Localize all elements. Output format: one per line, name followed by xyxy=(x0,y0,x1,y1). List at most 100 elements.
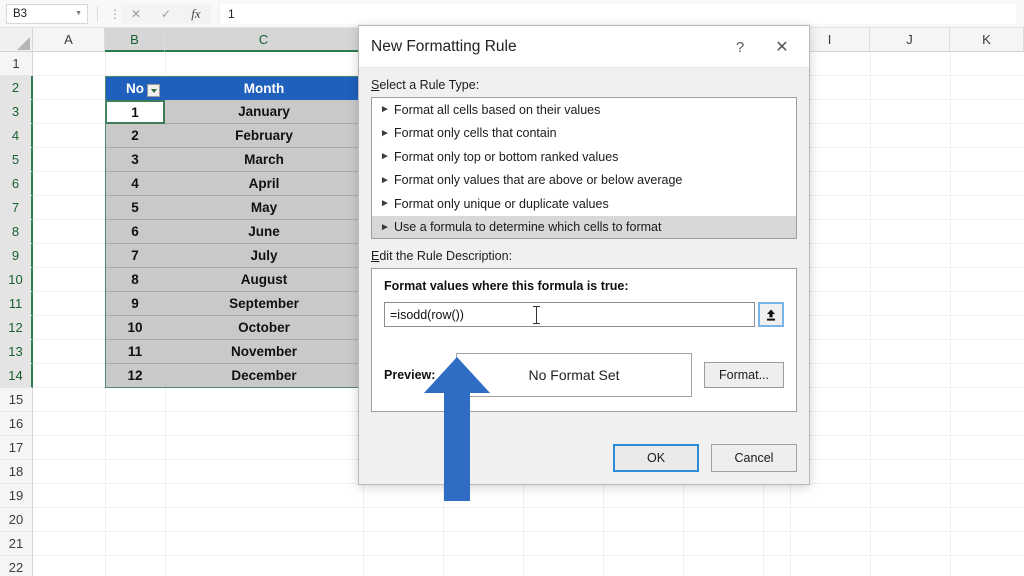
column-header-c[interactable]: C xyxy=(165,28,363,52)
rule-type-item[interactable]: ► Format only values that are above or be… xyxy=(372,169,796,193)
grid-cell[interactable] xyxy=(603,556,604,576)
table-cell-month[interactable]: July xyxy=(165,244,363,268)
grid-cell[interactable] xyxy=(870,340,871,364)
grid-cell[interactable] xyxy=(870,412,871,436)
grid-cell[interactable] xyxy=(870,364,871,388)
rule-type-item[interactable]: ► Use a formula to determine which cells … xyxy=(372,215,796,238)
table-cell-month[interactable]: November xyxy=(165,340,363,364)
grid-cell[interactable] xyxy=(870,220,871,244)
grid-cell[interactable] xyxy=(870,508,871,532)
grid-cell[interactable] xyxy=(683,556,684,576)
grid-cell[interactable] xyxy=(870,388,871,412)
table-cell-no[interactable]: 7 xyxy=(105,244,165,268)
grid-cell[interactable] xyxy=(950,148,951,172)
row-header-7[interactable]: 7 xyxy=(0,196,33,220)
table-cell-no[interactable]: 2 xyxy=(105,124,165,148)
table-cell-month[interactable]: August xyxy=(165,268,363,292)
row-header-17[interactable]: 17 xyxy=(0,436,33,460)
grid-cell[interactable] xyxy=(165,436,166,460)
select-all-corner[interactable] xyxy=(0,28,33,52)
row-header-22[interactable]: 22 xyxy=(0,556,33,576)
table-cell-no[interactable]: 4 xyxy=(105,172,165,196)
table-cell-no[interactable]: 9 xyxy=(105,292,165,316)
grid-cell[interactable] xyxy=(950,52,951,76)
grid-cell[interactable] xyxy=(950,172,951,196)
row-header-18[interactable]: 18 xyxy=(0,460,33,484)
more-options-icon[interactable]: ⋮ xyxy=(109,7,121,21)
row-header-20[interactable]: 20 xyxy=(0,508,33,532)
grid-cell[interactable] xyxy=(870,292,871,316)
rule-type-item[interactable]: ► Format only cells that contain xyxy=(372,122,796,146)
grid-cell[interactable] xyxy=(950,412,951,436)
grid-cell[interactable] xyxy=(950,364,951,388)
cancel-x-icon[interactable]: ✕ xyxy=(121,3,151,24)
rule-type-item[interactable]: ► Format all cells based on their values xyxy=(372,98,796,122)
grid-cell[interactable] xyxy=(523,556,524,576)
grid-cell[interactable] xyxy=(950,244,951,268)
row-header-13[interactable]: 13 xyxy=(0,340,33,364)
column-header-b[interactable]: B xyxy=(105,28,165,52)
grid-cell[interactable] xyxy=(105,460,106,484)
grid-cell[interactable] xyxy=(683,532,684,556)
grid-cell[interactable] xyxy=(870,100,871,124)
grid-cell[interactable] xyxy=(870,244,871,268)
grid-cell[interactable] xyxy=(950,76,951,100)
grid-cell[interactable] xyxy=(523,508,524,532)
row-header-5[interactable]: 5 xyxy=(0,148,33,172)
grid-cell[interactable] xyxy=(870,52,871,76)
table-cell-no[interactable]: 8 xyxy=(105,268,165,292)
grid-cell[interactable] xyxy=(870,124,871,148)
grid-cell[interactable] xyxy=(763,508,764,532)
table-cell-month[interactable]: January xyxy=(165,100,363,124)
check-icon[interactable]: ✓ xyxy=(151,3,181,24)
close-icon[interactable]: ✕ xyxy=(769,34,795,60)
grid-cell[interactable] xyxy=(950,532,951,556)
grid-cell[interactable] xyxy=(105,388,106,412)
grid-cell[interactable] xyxy=(165,532,166,556)
grid-cell[interactable] xyxy=(763,556,764,576)
help-icon[interactable]: ? xyxy=(727,34,753,60)
column-header-j[interactable]: J xyxy=(870,28,950,52)
table-header-month[interactable]: Month xyxy=(165,76,363,100)
table-cell-no[interactable]: 3 xyxy=(105,148,165,172)
grid-cell[interactable] xyxy=(165,508,166,532)
table-cell-month[interactable]: May xyxy=(165,196,363,220)
column-header-k[interactable]: K xyxy=(950,28,1024,52)
grid-cell[interactable] xyxy=(165,52,166,76)
table-cell-month[interactable]: February xyxy=(165,124,363,148)
grid-cell[interactable] xyxy=(683,484,684,508)
grid-cell[interactable] xyxy=(950,484,951,508)
grid-cell[interactable] xyxy=(363,532,364,556)
cancel-button[interactable]: Cancel xyxy=(711,444,797,472)
table-cell-no[interactable]: 1 xyxy=(105,100,165,124)
table-cell-month[interactable]: October xyxy=(165,316,363,340)
row-header-9[interactable]: 9 xyxy=(0,244,33,268)
grid-cell[interactable] xyxy=(950,292,951,316)
grid-cell[interactable] xyxy=(790,508,791,532)
grid-cell[interactable] xyxy=(870,148,871,172)
table-cell-no[interactable]: 12 xyxy=(105,364,165,388)
grid-cell[interactable] xyxy=(870,172,871,196)
row-header-14[interactable]: 14 xyxy=(0,364,33,388)
name-box[interactable]: B3 ▼ xyxy=(6,3,88,24)
row-header-15[interactable]: 15 xyxy=(0,388,33,412)
grid-cell[interactable] xyxy=(763,484,764,508)
chevron-down-icon[interactable]: ▼ xyxy=(75,10,82,17)
row-header-19[interactable]: 19 xyxy=(0,484,33,508)
formula-input[interactable]: 1 xyxy=(219,3,1016,24)
grid-cell[interactable] xyxy=(950,220,951,244)
row-header-21[interactable]: 21 xyxy=(0,532,33,556)
ok-button[interactable]: OK xyxy=(613,444,699,472)
grid-cell[interactable] xyxy=(683,508,684,532)
grid-cell[interactable] xyxy=(870,268,871,292)
grid-cell[interactable] xyxy=(105,52,106,76)
grid-cell[interactable] xyxy=(950,556,951,576)
rule-type-item[interactable]: ► Format only unique or duplicate values xyxy=(372,192,796,216)
grid-cell[interactable] xyxy=(870,556,871,576)
grid-cell[interactable] xyxy=(790,532,791,556)
grid-cell[interactable] xyxy=(523,484,524,508)
table-cell-month[interactable]: December xyxy=(165,364,363,388)
row-header-10[interactable]: 10 xyxy=(0,268,33,292)
grid-cell[interactable] xyxy=(165,412,166,436)
grid-cell[interactable] xyxy=(105,556,106,576)
